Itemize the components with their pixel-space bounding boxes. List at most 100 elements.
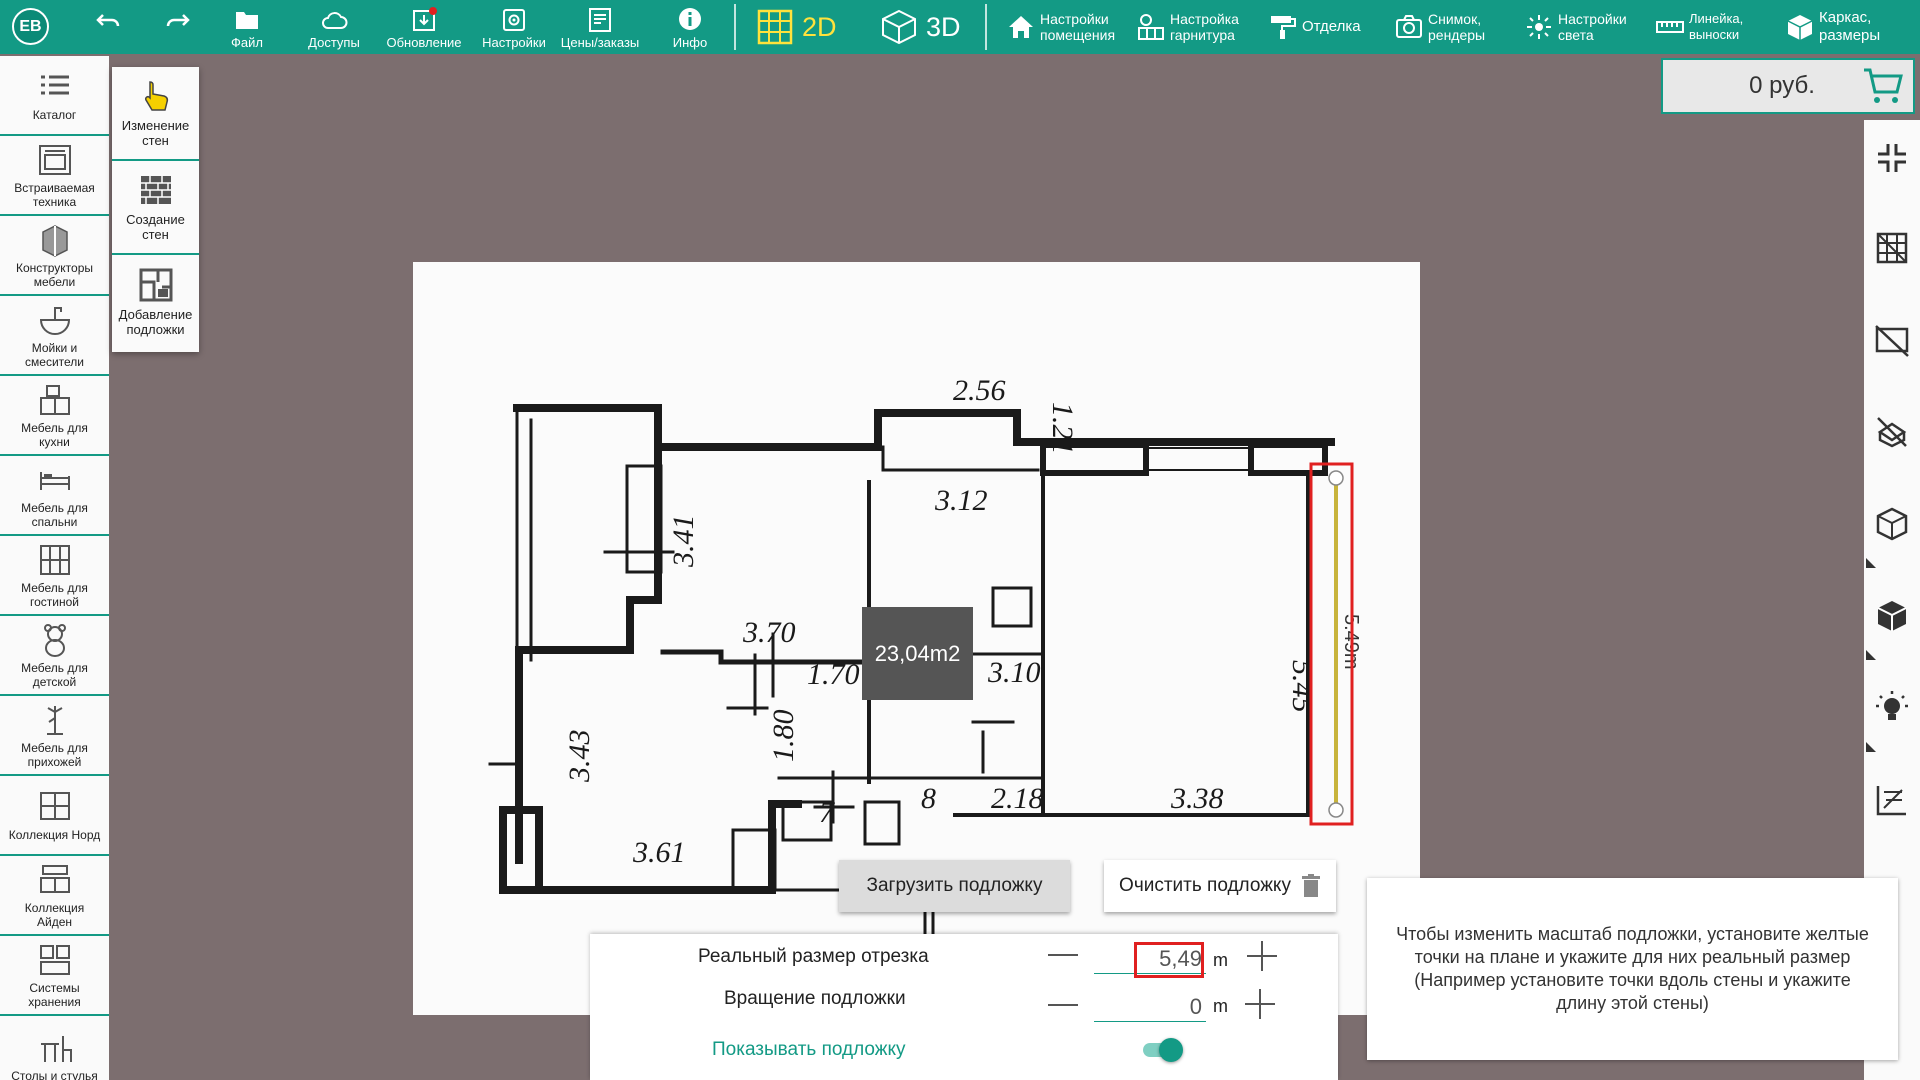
finish-button[interactable]: Отделка (1268, 0, 1361, 54)
settings-label: Настройки (482, 35, 546, 50)
sidebar-item-sinks-faucets[interactable]: Мойки и смесители (0, 296, 109, 376)
sidebar-item-label: Конструкторы мебели (15, 260, 94, 289)
prices-orders-menu[interactable]: Цены/заказы (554, 0, 646, 54)
sidebar-item-living-room-furniture[interactable]: Мебель для гостиной (0, 536, 109, 616)
cube-3d-icon (882, 9, 916, 45)
trash-icon (1301, 874, 1320, 897)
light-settings-label: Настройки света (1558, 11, 1627, 43)
set-settings-label: Настройка гарнитура (1170, 11, 1239, 43)
underlay-settings-panel: Реальный размер отрезка 5,49 m Вращение … (590, 934, 1338, 1080)
expand-arrow-icon (1866, 558, 1876, 568)
dim-label: 3.61 (632, 836, 686, 869)
sidebar-item-aiden-collection[interactable]: Коллекция Айден (0, 856, 109, 936)
dimension-lines-icon (1876, 786, 1906, 816)
dim-label: 3.10 (987, 656, 1041, 689)
sidebar-item-furniture-constructors[interactable]: Конструкторы мебели (0, 216, 109, 296)
shelving-icon (39, 791, 70, 820)
sidebar-item-hallway-furniture[interactable]: Мебель для прихожей (0, 696, 109, 776)
dim-label: 2.56 (953, 374, 1006, 407)
edit-walls-label: Изменение стен (121, 118, 190, 148)
load-underlay-button[interactable]: Загрузить подложку (839, 860, 1070, 912)
update-menu[interactable]: Обновление (383, 0, 465, 54)
sidebar-item-kids-furniture[interactable]: Мебель для детской (0, 616, 109, 696)
edit-walls-tool[interactable]: Изменение стен (112, 67, 199, 161)
dim-label: 2.18 (991, 782, 1044, 815)
grid-icon (1876, 232, 1908, 264)
scale-point-top[interactable] (1328, 470, 1344, 486)
grid-toggle-button[interactable] (1872, 228, 1912, 268)
rotation-increase-button[interactable] (1245, 989, 1275, 1019)
shrink-arrows-icon (1878, 144, 1906, 172)
dimensions-button[interactable] (1872, 780, 1912, 820)
collapse-view-button[interactable] (1872, 138, 1912, 178)
dim-label: 3.38 (1170, 782, 1224, 815)
settings-menu[interactable]: Настройки (476, 0, 552, 54)
room-area-label[interactable]: 23,04m2 (862, 607, 973, 700)
sidebar-item-tables-chairs[interactable]: Столы и стулья (0, 1016, 109, 1080)
rotation-decrease-button[interactable] (1048, 1004, 1078, 1006)
sidebar-item-storage-systems[interactable]: Системы хранения (0, 936, 109, 1016)
top-toolbar: ЕВ Файл Доступы Обновление Настройки Цен… (0, 0, 1920, 54)
light-bulb-icon (1876, 691, 1908, 720)
mode-2d-button[interactable]: 2D (756, 0, 837, 54)
ruler-button[interactable]: Линейка, выноски (1655, 0, 1743, 54)
furniture-hidden-icon (1877, 417, 1907, 448)
create-walls-tool[interactable]: Создание стен (112, 161, 199, 255)
list-icon (40, 75, 69, 94)
box-frame-icon (1787, 15, 1813, 40)
shopping-cart-icon (1864, 68, 1903, 103)
file-menu[interactable]: Файл (224, 0, 270, 54)
dim-label: 3.12 (934, 484, 988, 517)
dim-label: 8 (921, 782, 936, 815)
wall-tools-panel: Изменение стен Создание стен Добавление под… (112, 67, 199, 352)
dim-label: 1.80 (767, 710, 800, 763)
sidebar-item-built-in-appliances[interactable]: Встраиваемая техника (0, 136, 109, 216)
show-underlay-label: Показывать подложку (712, 1039, 906, 1060)
snapshot-label: Снимок, рендеры (1428, 11, 1486, 43)
wireframe-button[interactable] (1872, 504, 1912, 544)
sidebar-item-label: Коллекция Норд (8, 827, 101, 842)
undo-button[interactable] (88, 0, 128, 54)
clear-underlay-button[interactable]: Очистить подложку (1104, 860, 1336, 912)
set-settings-button[interactable]: Настройка гарнитура (1136, 0, 1239, 54)
dim-label: 3.41 (667, 515, 700, 569)
show-underlay-toggle[interactable] (1143, 1038, 1183, 1062)
clear-underlay-label: Очистить подложку (1119, 875, 1291, 896)
brick-wall-icon (140, 176, 171, 204)
real-size-increase-button[interactable] (1247, 941, 1277, 971)
hide-furniture-button[interactable] (1872, 412, 1912, 452)
prices-label: Цены/заказы (560, 35, 640, 50)
wall-hidden-icon (1875, 325, 1909, 357)
access-menu[interactable]: Доступы (302, 0, 366, 54)
sun-light-icon (1527, 15, 1551, 39)
snapshot-button[interactable]: Снимок, рендеры (1394, 0, 1485, 54)
rotation-input[interactable]: 0 (1094, 992, 1206, 1022)
real-size-highlight-box (1134, 942, 1204, 978)
frame-sizes-button[interactable]: Каркас, размеры (1785, 0, 1880, 54)
sidebar-item-bedroom-furniture[interactable]: Мебель для спальни (0, 456, 109, 536)
sidebar-item-catalog[interactable]: Каталог (0, 56, 109, 136)
real-size-label: Реальный размер отрезка (698, 946, 929, 967)
frame-sizes-label: Каркас, размеры (1819, 9, 1881, 44)
hand-pointer-icon (144, 81, 168, 111)
info-menu[interactable]: Инфо (670, 0, 710, 54)
mode-3d-button[interactable]: 3D (880, 0, 961, 54)
sidebar-item-nord-collection[interactable]: Коллекция Норд (0, 776, 109, 856)
add-underlay-tool[interactable]: Добавление подложки (112, 255, 199, 349)
redo-button[interactable] (158, 0, 198, 54)
scale-point-bottom[interactable] (1328, 802, 1344, 818)
light-settings-button[interactable]: Настройки света (1524, 0, 1627, 54)
cart-price-box[interactable]: 0 руб. (1661, 58, 1915, 114)
room-settings-button[interactable]: Настройки помещения (1006, 0, 1115, 54)
hide-walls-button[interactable] (1872, 320, 1912, 360)
file-label: Файл (231, 35, 263, 50)
mode-3d-label: 3D (926, 11, 961, 42)
solid-view-button[interactable] (1872, 596, 1912, 636)
user-avatar[interactable]: ЕВ (12, 8, 49, 45)
sidebar-item-kitchen-furniture[interactable]: Мебель для кухни (0, 376, 109, 456)
dim-label: 1.70 (807, 658, 860, 691)
catalog-sidebar: Каталог Встраиваемая техника Конструкторы… (0, 56, 109, 1080)
storage-boxes-icon (39, 944, 70, 975)
lighting-button[interactable] (1872, 688, 1912, 728)
real-size-decrease-button[interactable] (1048, 954, 1078, 956)
